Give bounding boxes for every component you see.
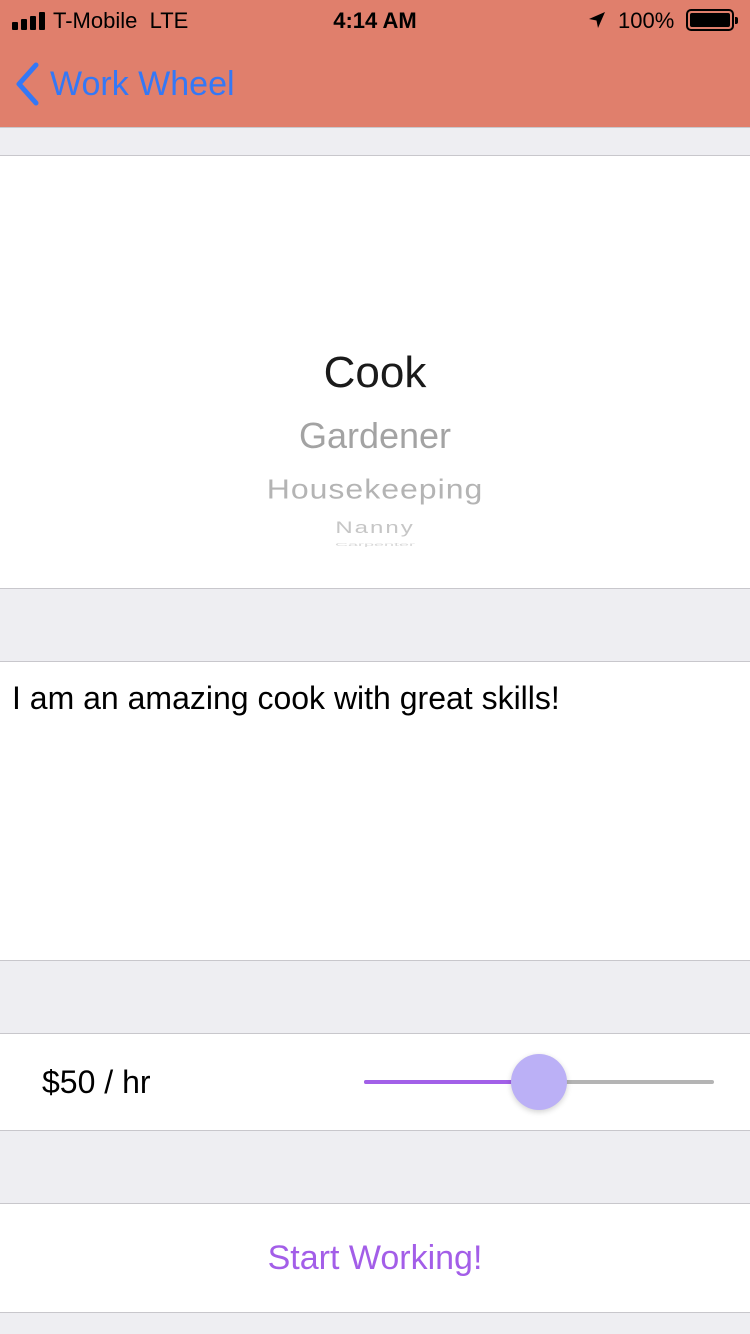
picker-item[interactable]: Gardener: [0, 415, 750, 457]
rate-cell: $50 / hr: [0, 1033, 750, 1131]
rate-slider[interactable]: [364, 1054, 714, 1110]
start-working-button[interactable]: Start Working!: [0, 1204, 750, 1312]
picker-item[interactable]: Nanny: [0, 518, 750, 538]
status-bar: T-Mobile LTE 4:14 AM 100%: [0, 0, 750, 40]
battery-percent: 100%: [618, 8, 675, 33]
picker-item-selected[interactable]: Cook: [0, 348, 750, 398]
start-cell: Start Working!: [0, 1203, 750, 1313]
chevron-left-icon: [16, 62, 39, 106]
battery-icon: [686, 9, 738, 31]
navigation-bar: Work Wheel: [0, 40, 750, 128]
description-cell: I am an amazing cook with great skills!: [0, 661, 750, 961]
location-arrow-icon: [589, 12, 605, 28]
hourly-rate-label: $50 / hr: [42, 1064, 151, 1100]
picker-item[interactable]: Carpenter: [0, 542, 750, 547]
back-button-label: Work Wheel: [50, 64, 235, 103]
header: T-Mobile LTE 4:14 AM 100% Work Wheel: [0, 0, 750, 128]
picker-item[interactable]: Housekeeping: [0, 473, 750, 506]
description-text-view[interactable]: I am an amazing cook with great skills!: [12, 678, 732, 718]
slider-thumb[interactable]: [511, 1054, 567, 1110]
job-picker[interactable]: Cook Gardener Housekeeping Nanny Carpent…: [0, 155, 750, 589]
back-button[interactable]: Work Wheel: [14, 60, 235, 108]
